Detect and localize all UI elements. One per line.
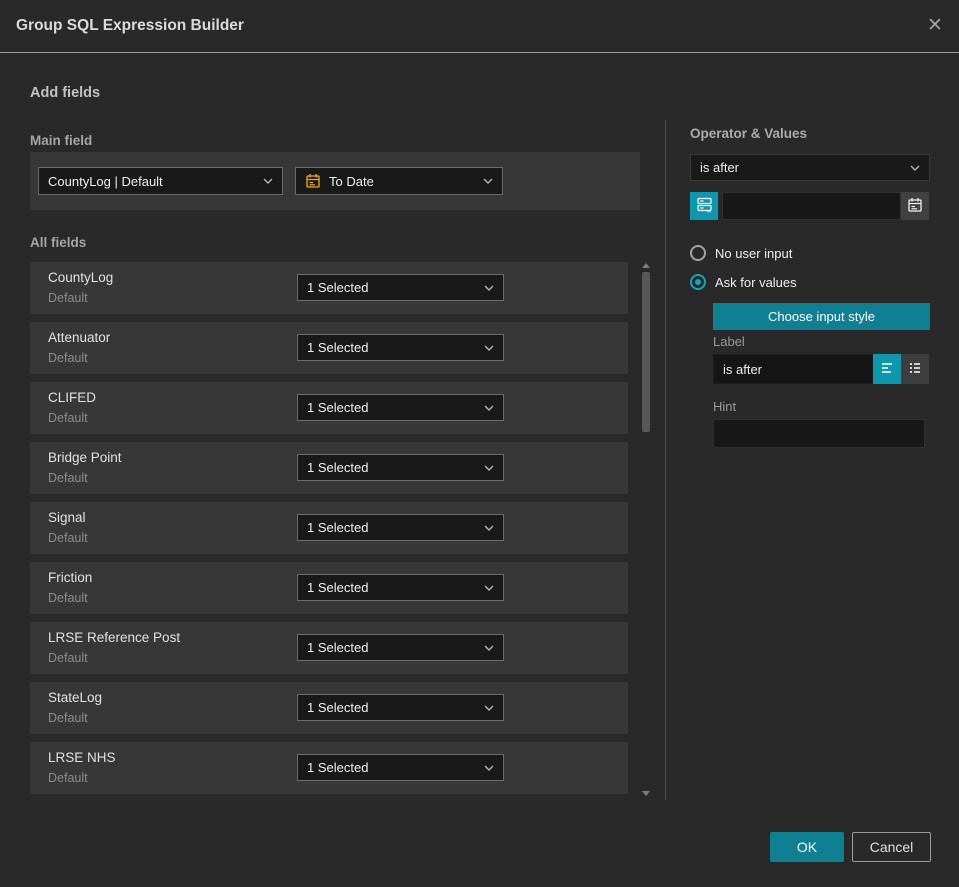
list-input-style-button[interactable]	[901, 354, 929, 384]
hint-input[interactable]	[713, 419, 925, 448]
field-selected-dropdown[interactable]: 1 Selected	[297, 394, 504, 421]
add-fields-heading: Add fields	[30, 85, 101, 101]
field-name: LRSE Reference Post	[48, 630, 181, 645]
chevron-down-icon	[484, 345, 494, 351]
field-selected-dropdown[interactable]: 1 Selected	[297, 514, 504, 541]
field-row: CountyLog Default 1 Selected	[30, 262, 628, 314]
main-date-select[interactable]: To Date	[295, 167, 503, 195]
field-default-label: Default	[48, 651, 88, 665]
label-input[interactable]	[713, 354, 873, 384]
cancel-button[interactable]: Cancel	[852, 832, 931, 862]
field-row: StateLog Default 1 Selected	[30, 682, 628, 734]
field-row: LRSE NHS Default 1 Selected	[30, 742, 628, 794]
group-sql-expression-builder-dialog: Group SQL Expression Builder ✕ Add field…	[0, 0, 959, 887]
operator-select[interactable]: is after	[690, 154, 930, 181]
field-selected-dropdown[interactable]: 1 Selected	[297, 754, 504, 781]
titlebar-divider	[0, 52, 959, 53]
field-row: CLIFED Default 1 Selected	[30, 382, 628, 434]
single-input-style-button[interactable]	[873, 354, 901, 384]
radio-no-user-input[interactable]: No user input	[690, 245, 792, 261]
field-name: Signal	[48, 510, 86, 525]
field-row: LRSE Reference Post Default 1 Selected	[30, 622, 628, 674]
chevron-down-icon	[910, 165, 920, 171]
field-row: Bridge Point Default 1 Selected	[30, 442, 628, 494]
field-name: LRSE NHS	[48, 750, 116, 765]
label-field-label: Label	[713, 334, 745, 349]
field-selected-dropdown[interactable]: 1 Selected	[297, 274, 504, 301]
field-default-label: Default	[48, 771, 88, 785]
field-selected-dropdown[interactable]: 1 Selected	[297, 334, 504, 361]
field-selected-dropdown[interactable]: 1 Selected	[297, 454, 504, 481]
field-name: Attenuator	[48, 330, 111, 345]
chevron-down-icon	[484, 285, 494, 291]
chevron-down-icon	[484, 705, 494, 711]
field-default-label: Default	[48, 471, 88, 485]
chevron-down-icon	[483, 178, 493, 184]
all-fields-list: CountyLog Default 1 Selected Attenuator …	[30, 262, 628, 802]
field-default-label: Default	[48, 351, 88, 365]
ok-button[interactable]: OK	[770, 832, 844, 862]
chevron-down-icon	[484, 405, 494, 411]
close-icon[interactable]: ✕	[922, 13, 948, 39]
field-default-label: Default	[48, 291, 88, 305]
field-name: CountyLog	[48, 270, 114, 285]
calendar-icon	[305, 173, 321, 189]
main-field-panel: CountyLog | Default To Date	[30, 152, 640, 210]
main-field-select[interactable]: CountyLog | Default	[38, 167, 283, 195]
value-date-input[interactable]	[722, 192, 901, 220]
operator-values-heading: Operator & Values	[690, 126, 808, 141]
chevron-down-icon	[484, 765, 494, 771]
field-name: Bridge Point	[48, 450, 122, 465]
field-default-label: Default	[48, 411, 88, 425]
field-selected-dropdown[interactable]: 1 Selected	[297, 634, 504, 661]
field-default-label: Default	[48, 531, 88, 545]
chevron-down-icon	[484, 585, 494, 591]
main-field-select-value: CountyLog | Default	[48, 173, 163, 189]
chevron-down-icon	[484, 465, 494, 471]
calendar-picker-button[interactable]	[901, 192, 929, 220]
chevron-down-icon	[263, 178, 273, 184]
choose-input-style-button[interactable]: Choose input style	[713, 303, 930, 330]
dialog-title: Group SQL Expression Builder	[16, 17, 244, 34]
value-input-type-button[interactable]	[690, 192, 718, 220]
hint-field-label: Hint	[713, 399, 737, 414]
main-date-select-value: To Date	[329, 173, 374, 189]
scrollbar-down-arrow[interactable]	[642, 791, 650, 796]
field-name: StateLog	[48, 690, 103, 705]
field-selected-dropdown[interactable]: 1 Selected	[297, 694, 504, 721]
stacked-inputs-icon	[696, 196, 713, 216]
field-name: Friction	[48, 570, 93, 585]
radio-ask-for-values[interactable]: Ask for values	[690, 274, 797, 290]
main-field-label: Main field	[30, 133, 93, 148]
field-row: Signal Default 1 Selected	[30, 502, 628, 554]
field-name: CLIFED	[48, 390, 97, 405]
all-fields-label: All fields	[30, 235, 87, 250]
field-row: Friction Default 1 Selected	[30, 562, 628, 614]
field-default-label: Default	[48, 711, 88, 725]
vertical-divider	[665, 120, 666, 800]
operator-select-value: is after	[700, 160, 740, 175]
align-left-icon	[879, 360, 895, 379]
chevron-down-icon	[484, 525, 494, 531]
chevron-down-icon	[484, 645, 494, 651]
scrollbar-thumb[interactable]	[642, 272, 650, 432]
calendar-icon	[907, 197, 923, 216]
field-row: Attenuator Default 1 Selected	[30, 322, 628, 374]
radio-circle-icon	[690, 274, 706, 290]
scrollbar-up-arrow[interactable]	[642, 263, 650, 268]
field-selected-dropdown[interactable]: 1 Selected	[297, 574, 504, 601]
field-default-label: Default	[48, 591, 88, 605]
radio-circle-icon	[690, 245, 706, 261]
bulleted-list-icon	[907, 360, 923, 379]
